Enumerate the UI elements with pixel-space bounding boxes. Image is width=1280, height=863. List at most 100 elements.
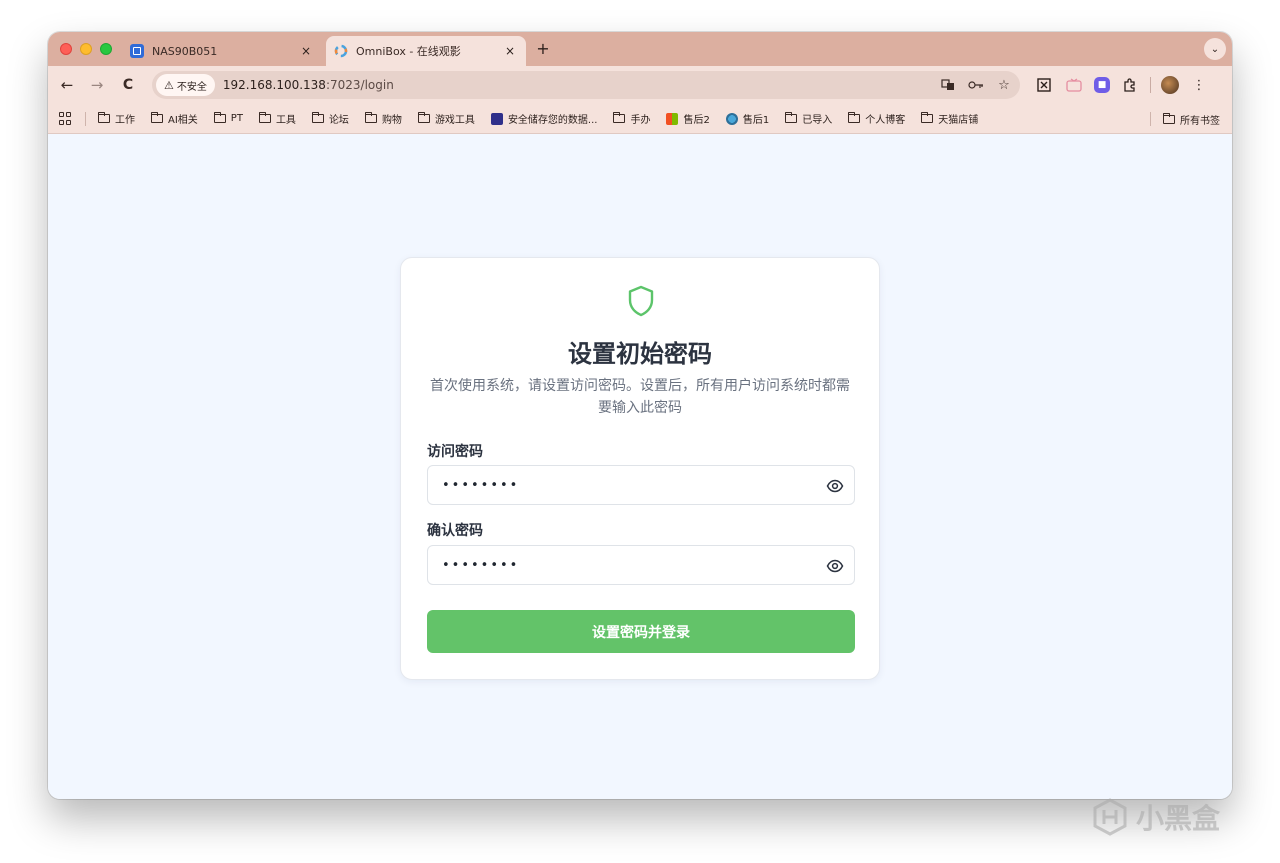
confirm-password-value: •••••••• bbox=[442, 557, 520, 573]
bookmark-label: 论坛 bbox=[328, 115, 349, 126]
bookmark-label: 安全储存您的数据... bbox=[507, 115, 598, 126]
close-window-button[interactable] bbox=[60, 43, 72, 55]
bookmark-label: 天猫店铺 bbox=[938, 115, 979, 126]
security-label: 不安全 bbox=[176, 81, 207, 93]
eye-icon[interactable] bbox=[826, 477, 844, 495]
password-value: •••••••• bbox=[442, 477, 520, 493]
shield-icon bbox=[628, 285, 654, 317]
address-bar[interactable]: ⚠ 不安全 192.168.100.138:7023/login ☆ bbox=[152, 71, 1020, 99]
bookmark-label: 所有书签 bbox=[1180, 115, 1220, 127]
tab-strip: NAS90B051 × OmniBox - 在线观影 × + ⌄ bbox=[48, 32, 1232, 66]
folder-icon bbox=[364, 112, 377, 123]
bookmark-folder[interactable]: 个人博客 bbox=[848, 111, 905, 126]
nas-favicon-icon bbox=[130, 44, 144, 58]
minimize-window-button[interactable] bbox=[80, 43, 92, 55]
back-button[interactable]: ← bbox=[57, 75, 77, 95]
folder-icon bbox=[417, 112, 430, 123]
omnibox-actions: ☆ bbox=[940, 76, 1012, 94]
bookmark-label: 售后1 bbox=[742, 115, 770, 126]
security-chip[interactable]: ⚠ 不安全 bbox=[156, 74, 215, 96]
confirm-password-input[interactable]: •••••••• bbox=[427, 545, 855, 585]
bookmark-label: PT bbox=[230, 113, 243, 124]
close-tab-icon[interactable]: × bbox=[502, 43, 518, 59]
puzzle-extensions-icon[interactable] bbox=[1120, 75, 1140, 95]
bookmark-folder[interactable]: 已导入 bbox=[785, 111, 832, 126]
tab-omnibox[interactable]: OmniBox - 在线观影 × bbox=[326, 36, 526, 66]
omnibox-favicon-icon bbox=[334, 44, 348, 58]
bookmark-link[interactable]: 售后1 bbox=[725, 111, 770, 126]
bookmark-folder[interactable]: 购物 bbox=[364, 111, 402, 126]
page-title: 设置初始密码 bbox=[568, 340, 712, 368]
bookmark-folder[interactable]: 工具 bbox=[258, 111, 296, 126]
folder-icon bbox=[785, 112, 798, 123]
forward-button[interactable]: → bbox=[87, 75, 107, 95]
tab-nas[interactable]: NAS90B051 × bbox=[122, 36, 322, 66]
bookmark-folder[interactable]: 天猫店铺 bbox=[921, 111, 978, 126]
maximize-window-button[interactable] bbox=[100, 43, 112, 55]
bookmark-label: 售后2 bbox=[683, 115, 710, 126]
all-bookmarks-area: 所有书签 bbox=[1138, 104, 1220, 134]
bookmarks-bar: 工作 AI相关 PT 工具 论坛 购物 游戏工具 安全储存您的数据... 手办 … bbox=[48, 104, 1232, 134]
translate-icon[interactable] bbox=[940, 76, 956, 94]
page-description: 首次使用系统，请设置访问密码。设置后，所有用户访问系统时都需要输入此密码 bbox=[430, 378, 850, 416]
tab-title: OmniBox - 在线观影 bbox=[356, 45, 461, 58]
bookmark-folder[interactable]: AI相关 bbox=[151, 111, 198, 126]
bookmark-folder[interactable]: PT bbox=[213, 112, 243, 124]
bookmark-link[interactable]: 安全储存您的数据... bbox=[490, 111, 598, 126]
password-label: 访问密码 bbox=[427, 444, 483, 460]
folder-icon bbox=[98, 112, 110, 123]
bookmark-label: 已导入 bbox=[802, 115, 833, 126]
bookmark-label: 手办 bbox=[630, 115, 651, 126]
heybox-logo-icon bbox=[1093, 798, 1127, 836]
page-content: 设置初始密码 首次使用系统，请设置访问密码。设置后，所有用户访问系统时都需要输入… bbox=[48, 135, 1232, 799]
url-path: :7023/login bbox=[325, 78, 394, 92]
more-menu-icon[interactable]: ⋮ bbox=[1189, 75, 1209, 95]
folder-icon bbox=[921, 112, 934, 123]
reload-button[interactable]: C bbox=[118, 75, 138, 95]
purple-extension-icon[interactable]: ■ bbox=[1094, 77, 1110, 93]
bookmark-link[interactable]: 售后2 bbox=[666, 111, 710, 126]
eye-icon[interactable] bbox=[826, 557, 844, 575]
close-tab-icon[interactable]: × bbox=[298, 43, 314, 59]
apps-grid-icon[interactable] bbox=[59, 111, 73, 126]
password-input[interactable]: •••••••• bbox=[427, 465, 855, 505]
extensions-area: ■ ⋮ bbox=[1034, 75, 1209, 95]
confirm-password-label: 确认密码 bbox=[427, 523, 483, 539]
screenshot-extension-icon[interactable] bbox=[1034, 75, 1054, 95]
folder-icon bbox=[258, 112, 271, 123]
folder-icon bbox=[151, 112, 163, 123]
folder-icon bbox=[1163, 112, 1175, 124]
nas-icon bbox=[490, 112, 503, 125]
bookmark-label: 购物 bbox=[381, 115, 402, 126]
set-password-login-button[interactable]: 设置密码并登录 bbox=[427, 610, 855, 653]
bookmark-folder[interactable]: 论坛 bbox=[311, 111, 349, 126]
tab-search-button[interactable]: ⌄ bbox=[1204, 38, 1226, 60]
bookmark-label: 个人博客 bbox=[865, 115, 906, 126]
bookmarks-divider bbox=[1150, 112, 1151, 126]
all-bookmarks-folder[interactable]: 所有书签 bbox=[1163, 112, 1220, 127]
tab-title: NAS90B051 bbox=[152, 44, 218, 58]
set-password-card: 设置初始密码 首次使用系统，请设置访问密码。设置后，所有用户访问系统时都需要输入… bbox=[400, 257, 880, 680]
globe-icon bbox=[725, 112, 738, 125]
bookmark-folder[interactable]: 手办 bbox=[613, 111, 650, 126]
toolbar: ← → C ⚠ 不安全 192.168.100.138:7023/login ☆ bbox=[48, 66, 1232, 104]
profile-avatar[interactable] bbox=[1161, 76, 1179, 94]
bookmark-label: 工具 bbox=[275, 115, 296, 126]
folder-icon bbox=[213, 112, 226, 123]
bookmark-folder[interactable]: 游戏工具 bbox=[417, 111, 475, 126]
bookmark-label: 游戏工具 bbox=[434, 115, 475, 126]
toolbar-divider bbox=[1150, 77, 1151, 93]
browser-window: NAS90B051 × OmniBox - 在线观影 × + ⌄ ← → C ⚠… bbox=[48, 32, 1232, 799]
new-tab-button[interactable]: + bbox=[534, 40, 552, 58]
microsoft-icon bbox=[666, 112, 679, 125]
key-icon[interactable] bbox=[968, 76, 984, 94]
folder-icon bbox=[848, 112, 861, 123]
star-icon[interactable]: ☆ bbox=[996, 76, 1012, 94]
url-host: 192.168.100.138 bbox=[222, 78, 326, 92]
tv-extension-icon[interactable] bbox=[1064, 75, 1084, 95]
url-text[interactable]: 192.168.100.138:7023/login bbox=[223, 78, 394, 92]
folder-icon bbox=[613, 112, 626, 123]
watermark: 小黑盒 bbox=[1090, 795, 1220, 839]
bookmark-label: AI相关 bbox=[168, 115, 198, 126]
bookmark-folder[interactable]: 工作 bbox=[98, 111, 135, 126]
